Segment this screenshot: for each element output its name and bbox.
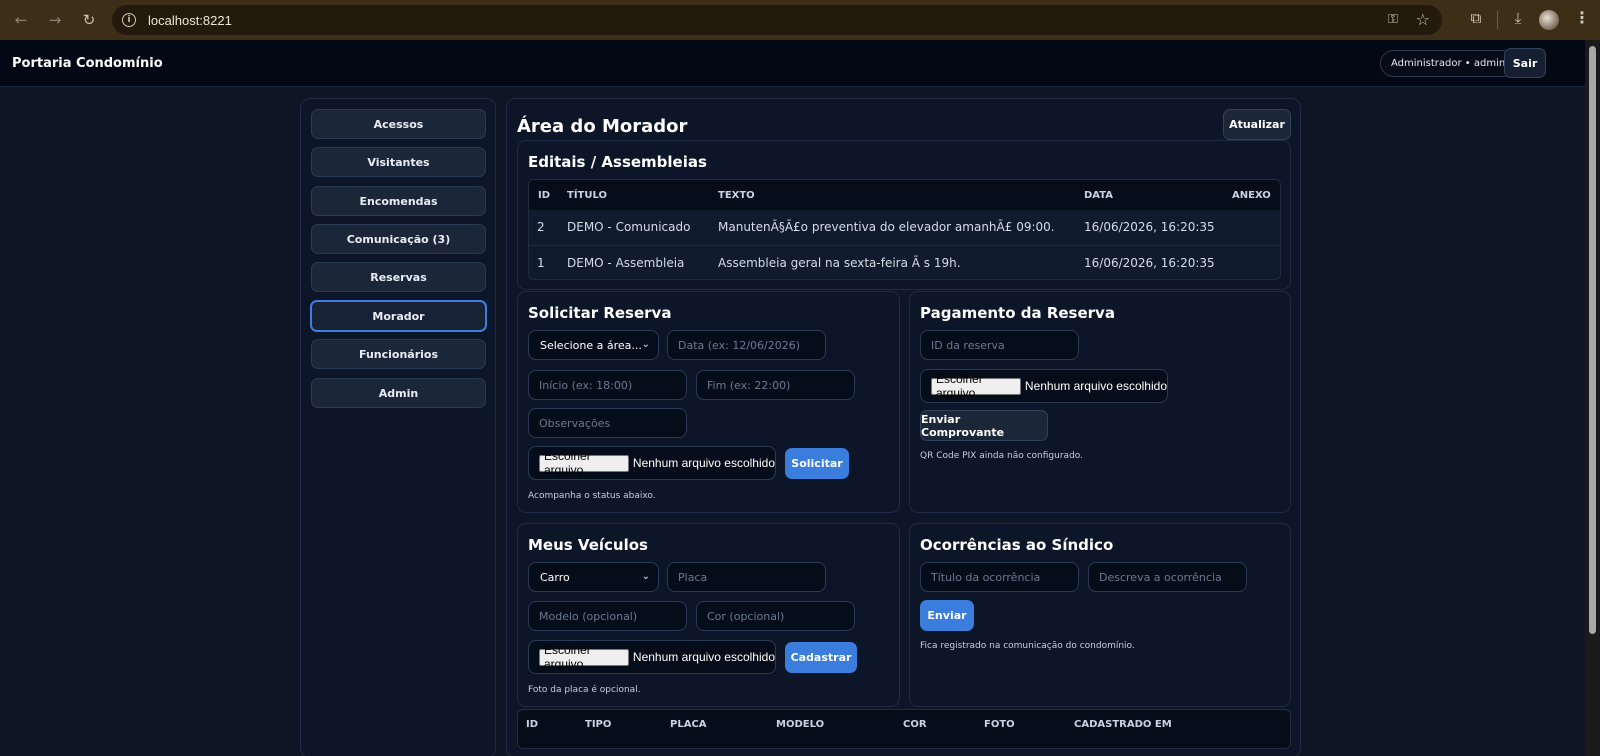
password-key-icon[interactable]: ⚿	[1388, 12, 1398, 27]
cell-id: 2	[537, 220, 545, 234]
chevron-down-icon: ⌄	[641, 571, 650, 582]
vehicles-title: Meus Veículos	[528, 536, 648, 554]
profile-avatar[interactable]	[1539, 10, 1559, 30]
area-select[interactable]: Selecione a área... ⌄	[528, 330, 659, 360]
notes-input[interactable]: Observações	[528, 408, 687, 438]
cell-text: ManutenÃ§Ã£o preventiva do elevador aman…	[718, 220, 1055, 234]
cell-id: 1	[537, 256, 545, 270]
scrollbar-thumb[interactable]	[1589, 46, 1596, 634]
sidebar: Acessos Visitantes Encomendas Comunicaçã…	[300, 98, 496, 756]
end-time-input[interactable]: Fim (ex: 22:00)	[696, 370, 855, 400]
occurrence-description-input[interactable]: Descreva a ocorrência	[1088, 562, 1247, 592]
chevron-down-icon: ⌄	[641, 339, 650, 350]
notices-table: ID TÍTULO TEXTO DATA ANEXO 2 DEMO - Comu…	[528, 179, 1281, 280]
choose-file-button[interactable]: Escolher arquivo	[539, 643, 629, 671]
kebab-menu-icon[interactable]: ⋮	[1574, 8, 1590, 27]
cell-date: 16/06/2026, 16:20:35	[1084, 220, 1215, 234]
col-photo: FOTO	[984, 719, 1015, 730]
url-text[interactable]: localhost:8221	[148, 13, 232, 28]
sidebar-item-reservas[interactable]: Reservas	[311, 262, 486, 292]
occurrences-hint: Fica registrado na comunicação do condom…	[920, 641, 1135, 651]
app-header: Portaria Condomínio Administrador • admi…	[0, 40, 1585, 87]
vehicles-card: Meus Veículos Carro ⌄ Placa Modelo (opci…	[517, 523, 900, 707]
plate-photo-file-input[interactable]: Escolher arquivo Nenhum arquivo escolhid…	[528, 640, 776, 674]
col-color: COR	[903, 719, 927, 730]
plate-input[interactable]: Placa	[667, 562, 826, 592]
sidebar-item-acessos[interactable]: Acessos	[311, 109, 486, 139]
sidebar-item-visitantes[interactable]: Visitantes	[311, 147, 486, 177]
user-badge: Administrador • admin	[1380, 50, 1517, 77]
cell-date: 16/06/2026, 16:20:35	[1084, 256, 1215, 270]
vehicles-hint: Foto da placa é opcional.	[528, 685, 641, 695]
send-occurrence-button[interactable]: Enviar	[920, 600, 974, 631]
main-panel: Área do Morador Atualizar Editais / Asse…	[506, 98, 1301, 756]
file-status: Nenhum arquivo escolhido	[1024, 379, 1167, 393]
notices-card: Editais / Assembleias ID TÍTULO TEXTO DA…	[517, 140, 1291, 290]
browser-toolbar: ← → ↻ i localhost:8221 ⚿ ☆ ⧉ ⤓ ⋮	[0, 0, 1600, 40]
sidebar-item-comunicacao[interactable]: Comunicação (3)	[311, 224, 486, 254]
vehicle-type-select[interactable]: Carro ⌄	[528, 562, 659, 592]
refresh-button[interactable]: Atualizar	[1223, 109, 1291, 140]
payment-title: Pagamento da Reserva	[920, 304, 1115, 322]
back-icon[interactable]: ←	[8, 7, 34, 33]
cell-text: Assembleia geral na sexta-feira Ã s 19h.	[718, 256, 961, 270]
vehicles-table: ID TIPO PLACA MODELO COR FOTO CADASTRADO…	[517, 709, 1291, 749]
reload-icon[interactable]: ↻	[76, 7, 102, 33]
logout-button[interactable]: Sair	[1504, 48, 1546, 78]
sidebar-item-encomendas[interactable]: Encomendas	[311, 186, 486, 216]
cell-title: DEMO - Comunicado	[567, 220, 691, 234]
reservation-hint: Acompanha o status abaixo.	[528, 491, 656, 501]
sidebar-item-morador[interactable]: Morador	[310, 300, 487, 332]
occurrences-card: Ocorrências ao Síndico Título da ocorrên…	[909, 523, 1291, 707]
request-reservation-button[interactable]: Solicitar	[785, 448, 849, 479]
forward-icon[interactable]: →	[42, 7, 68, 33]
reservation-file-input[interactable]: Escolher arquivo Nenhum arquivo escolhid…	[528, 446, 776, 480]
cell-title: DEMO - Assembleia	[567, 256, 685, 270]
toolbar-divider	[1497, 11, 1498, 29]
notices-table-header	[529, 180, 1280, 210]
col-id: ID	[526, 719, 539, 730]
bookmark-star-icon[interactable]: ☆	[1416, 10, 1430, 29]
col-text: TEXTO	[718, 190, 755, 201]
file-status: Nenhum arquivo escolhido	[632, 456, 775, 470]
choose-file-button[interactable]: Escolher arquivo	[931, 372, 1021, 400]
col-type: TIPO	[585, 719, 612, 730]
col-registered-at: CADASTRADO EM	[1074, 719, 1172, 730]
vehicle-type-value: Carro	[540, 570, 570, 584]
color-input[interactable]: Cor (opcional)	[696, 601, 855, 631]
notices-title: Editais / Assembleias	[528, 153, 707, 171]
col-attachment: ANEXO	[1232, 190, 1271, 201]
reservation-id-input[interactable]: ID da reserva	[920, 330, 1079, 360]
occurrences-title: Ocorrências ao Síndico	[920, 536, 1114, 554]
site-info-icon[interactable]: i	[122, 13, 136, 27]
sidebar-item-funcionarios[interactable]: Funcionários	[311, 339, 486, 369]
sidebar-item-admin[interactable]: Admin	[311, 378, 486, 408]
col-id: ID	[538, 190, 551, 201]
col-date: DATA	[1084, 190, 1114, 201]
model-input[interactable]: Modelo (opcional)	[528, 601, 687, 631]
payment-hint: QR Code PIX ainda não configurado.	[920, 451, 1083, 461]
download-icon[interactable]: ⤓	[1508, 9, 1528, 29]
start-time-input[interactable]: Início (ex: 18:00)	[528, 370, 687, 400]
reservation-title: Solicitar Reserva	[528, 304, 672, 322]
file-status: Nenhum arquivo escolhido	[632, 650, 775, 664]
register-vehicle-button[interactable]: Cadastrar	[785, 642, 857, 673]
col-plate: PLACA	[670, 719, 707, 730]
page-title: Área do Morador	[517, 116, 688, 137]
area-select-value: Selecione a área...	[540, 338, 642, 352]
occurrence-title-input[interactable]: Título da ocorrência	[920, 562, 1079, 592]
col-title: TÍTULO	[567, 190, 607, 201]
payment-card: Pagamento da Reserva ID da reserva Escol…	[909, 291, 1291, 513]
col-model: MODELO	[776, 719, 825, 730]
extensions-icon[interactable]: ⧉	[1466, 9, 1486, 29]
page-scrollbar[interactable]	[1585, 40, 1600, 756]
send-receipt-button[interactable]: Enviar Comprovante	[920, 410, 1048, 441]
app-brand: Portaria Condomínio	[12, 56, 163, 71]
choose-file-button[interactable]: Escolher arquivo	[539, 449, 629, 477]
date-input[interactable]: Data (ex: 12/06/2026)	[667, 330, 826, 360]
reservation-card: Solicitar Reserva Selecione a área... ⌄ …	[517, 291, 900, 513]
payment-file-input[interactable]: Escolher arquivo Nenhum arquivo escolhid…	[920, 369, 1168, 403]
address-bar[interactable]: i localhost:8221 ⚿ ☆	[112, 5, 1442, 35]
